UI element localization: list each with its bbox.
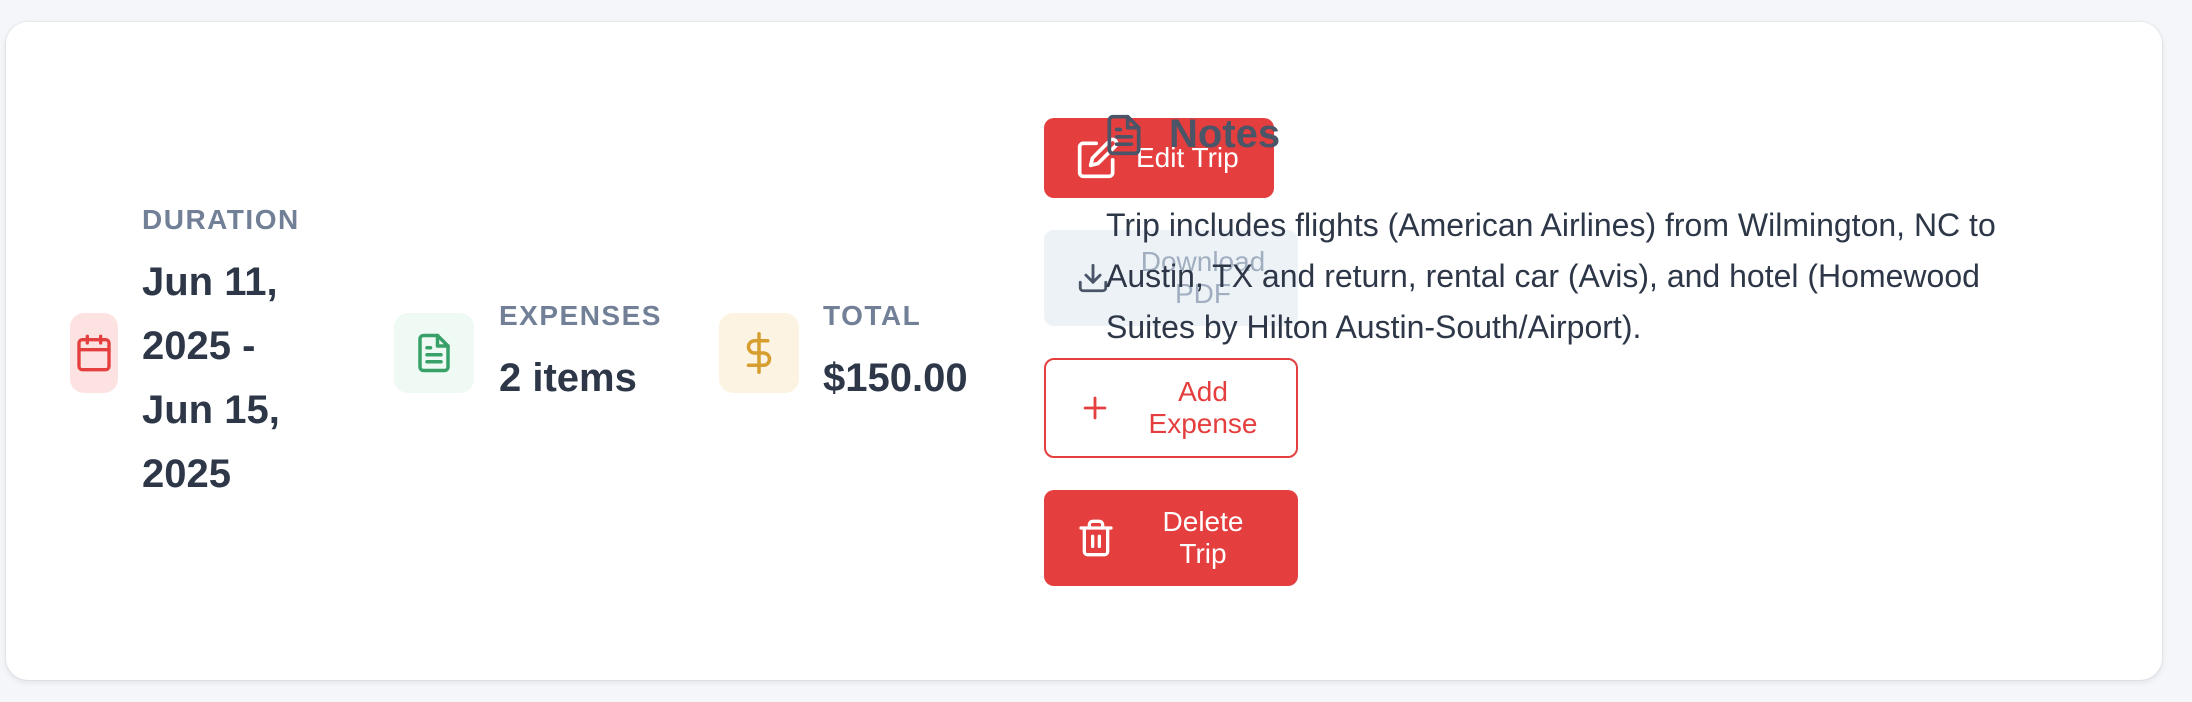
trash-icon bbox=[1076, 516, 1116, 560]
expenses-value: 2 items bbox=[499, 356, 637, 400]
add-expense-label: Add Expense bbox=[1126, 376, 1280, 440]
document-icon bbox=[394, 313, 474, 393]
notes-line: Trip includes flights (American Airlines… bbox=[1106, 207, 1996, 243]
add-expense-button[interactable]: Add Expense bbox=[1044, 358, 1298, 458]
plus-icon bbox=[1078, 391, 1112, 425]
total-label: TOTAL bbox=[823, 300, 922, 331]
dollar-icon bbox=[719, 313, 799, 393]
add-expense-line: Add bbox=[1178, 376, 1228, 407]
delete-trip-line: Trip bbox=[1179, 538, 1227, 569]
delete-trip-label: Delete Trip bbox=[1124, 506, 1282, 570]
duration-line: Jun 11, bbox=[142, 260, 278, 304]
calendar-icon bbox=[70, 313, 118, 393]
notes-line: Austin, TX and return, rental car (Avis)… bbox=[1106, 258, 1980, 294]
delete-trip-button[interactable]: Delete Trip bbox=[1044, 490, 1298, 586]
add-expense-line: Expense bbox=[1148, 408, 1258, 439]
trip-summary-card: DURATION Jun 11, 2025 - Jun 15, 2025 EXP… bbox=[6, 22, 2162, 680]
duration-label: DURATION bbox=[142, 204, 300, 235]
duration-line: Jun 15, bbox=[142, 388, 280, 432]
notes-line: Suites by Hilton Austin-South/Airport). bbox=[1106, 309, 1642, 345]
duration-line: 2025 bbox=[142, 452, 231, 496]
duration-value: Jun 11, 2025 - Jun 15, 2025 bbox=[142, 250, 280, 506]
download-icon bbox=[1076, 261, 1110, 295]
notes-text: Trip includes flights (American Airlines… bbox=[1106, 200, 2106, 353]
expenses-label: EXPENSES bbox=[499, 300, 662, 331]
notes-title: Notes bbox=[1169, 112, 1281, 156]
duration-line: 2025 - bbox=[142, 324, 256, 368]
notes-icon bbox=[1102, 110, 1146, 160]
delete-trip-line: Delete bbox=[1162, 506, 1244, 537]
total-value: $150.00 bbox=[823, 356, 968, 400]
